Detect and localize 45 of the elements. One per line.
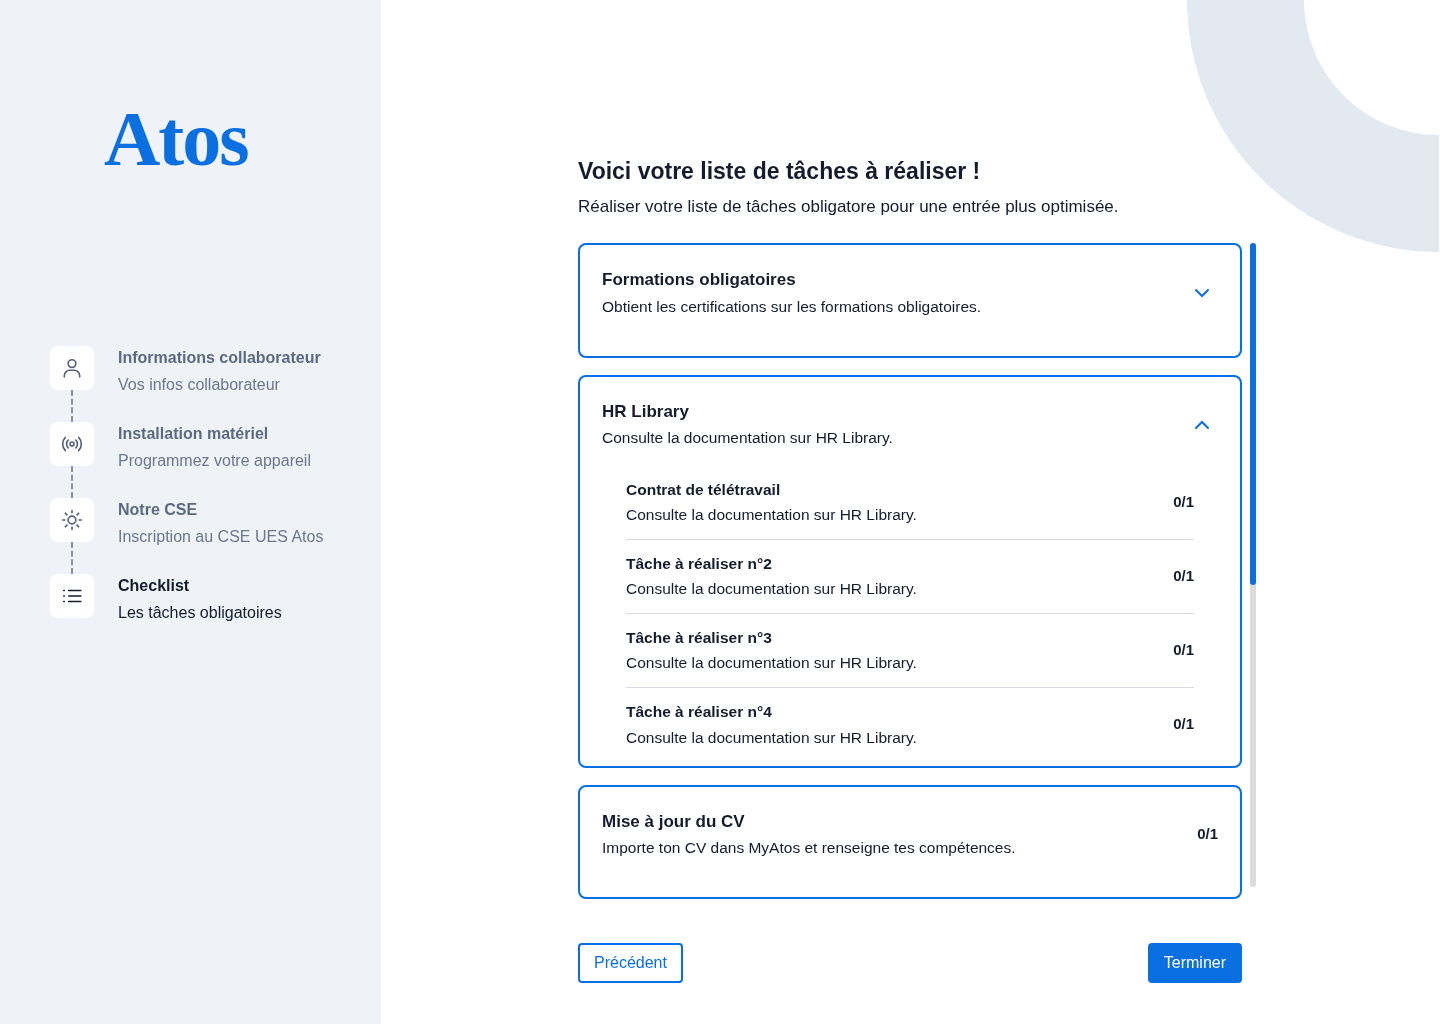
accordion-card[interactable]: Formations obligatoires Obtient les certifications sur les formations obligatoires.: [578, 243, 1242, 358]
step-subtitle: Programmez votre appareil: [118, 451, 311, 472]
task-count: 0/1: [1173, 714, 1194, 735]
page-title: Voici votre liste de tâches à réaliser !: [578, 158, 982, 186]
accordion-card[interactable]: [578, 374, 1242, 768]
task-description: Consulte la documentation sur HR Library.: [626, 505, 917, 526]
sun-icon: [61, 509, 83, 531]
section-description: Consulte la documentation sur HR Library.: [602, 428, 893, 449]
step-title: Checklist: [118, 576, 191, 596]
step-subtitle: Les tâches obligatoires: [118, 603, 282, 624]
task-description: Consulte la documentation sur HR Library.: [626, 579, 917, 600]
task-count: 0/1: [1197, 823, 1218, 844]
section-description: Obtient les certifications sur les formations obligatoires.: [602, 296, 982, 317]
step-item[interactable]: Checklist Les tâches obligatoires: [50, 574, 381, 650]
task-count: 0/1: [1173, 565, 1194, 586]
scrollbar-thumb[interactable]: [1250, 243, 1256, 586]
step-title: Notre CSE: [118, 500, 199, 520]
page-subtitle: Réaliser votre liste de tâches obligatore pour une entrée plus optimisée.: [578, 195, 1120, 218]
step-item[interactable]: Installation matériel Programmez votre appareil: [50, 422, 381, 498]
previous-button[interactable]: Précédent: [578, 943, 683, 984]
section-title: Formations obligatoires: [602, 269, 797, 292]
task-description: Consulte la documentation sur HR Library.: [626, 727, 917, 748]
step-item[interactable]: Informations collaborateur Vos infos collaborateur: [50, 346, 381, 422]
task-title: Tâche à réaliser n°2: [626, 553, 773, 574]
finish-button[interactable]: Terminer: [1147, 943, 1242, 984]
step-subtitle: Vos infos collaborateur: [118, 375, 281, 396]
task-title: Tâche à réaliser n°3: [626, 627, 773, 648]
step-item[interactable]: Notre CSE Inscription au CSE UES Atos: [50, 498, 381, 574]
task-title: Tâche à réaliser n°4: [626, 702, 773, 723]
logo: Atos: [104, 100, 248, 178]
section-description: Importe ton CV dans MyAtos et renseigne tes compétences.: [602, 838, 1016, 859]
step-subtitle: Inscription au CSE UES Atos: [118, 527, 324, 548]
scrollbar[interactable]: [1250, 243, 1256, 888]
task-count: 0/1: [1173, 491, 1194, 512]
step-title: Installation matériel: [118, 424, 270, 444]
task-description: Consulte la documentation sur HR Library.: [626, 653, 917, 674]
accordion-card[interactable]: Mise à jour du CV Importe ton CV dans MyAtos et renseigne tes compétences. 0/1: [578, 784, 1242, 900]
chevron-down-icon[interactable]: [1194, 288, 1210, 299]
task-title: Contrat de télétravail: [626, 479, 782, 500]
step-title: Informations collaborateur: [118, 348, 321, 368]
chevron-up-icon[interactable]: [1194, 420, 1210, 430]
task-count: 0/1: [1173, 639, 1194, 660]
section-title: Mise à jour du CV: [602, 810, 746, 833]
section-title: HR Library: [602, 400, 690, 423]
person-icon: [61, 357, 83, 379]
